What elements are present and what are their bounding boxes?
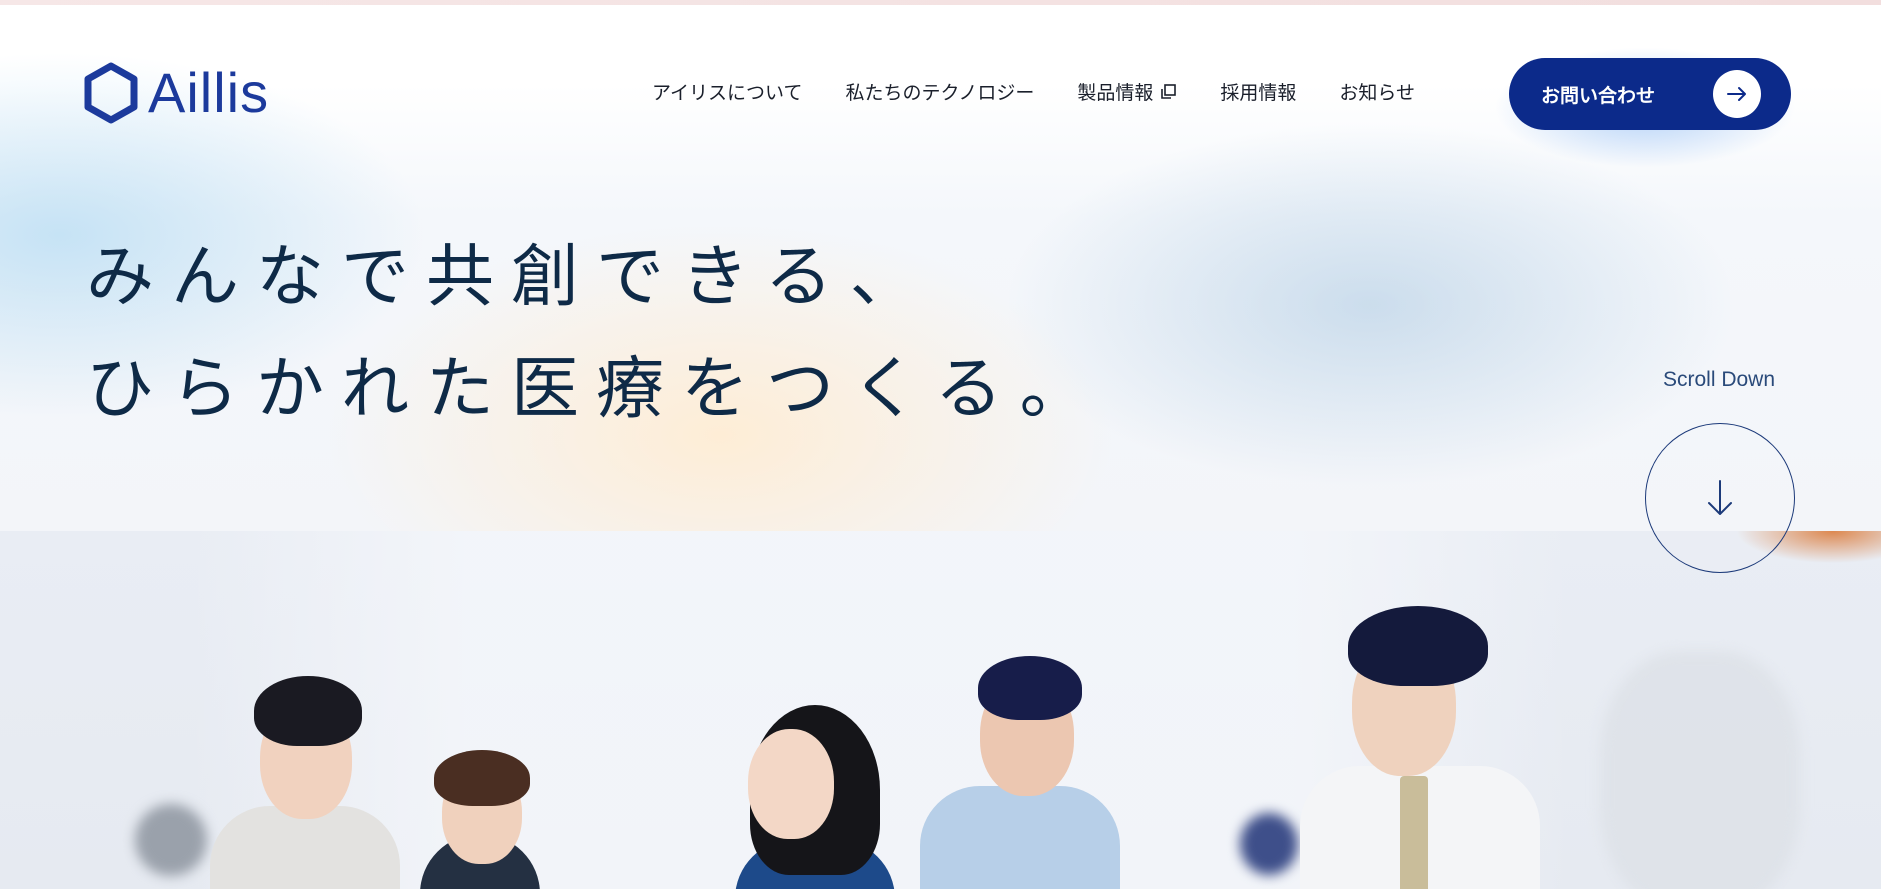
nav-item-label: 製品情報 (1077, 82, 1154, 104)
blurred-figure (1240, 813, 1298, 875)
arrow-right-icon (1713, 70, 1761, 118)
blurred-figure (135, 804, 207, 876)
arrow-down-icon (1708, 480, 1732, 515)
logo-text: Aillis (148, 61, 270, 124)
main-nav: アイリスについて 私たちのテクノロジー 製品情報 採用情報 お知らせ (652, 78, 1415, 105)
person-man-left (210, 656, 410, 889)
scroll-down-button[interactable] (1645, 423, 1795, 573)
hero-photo (0, 531, 1881, 889)
nav-item-label: 私たちのテクノロジー (845, 82, 1035, 104)
hexagon-icon (84, 62, 138, 124)
nav-item-label: 採用情報 (1220, 82, 1297, 104)
nav-item-news[interactable]: お知らせ (1339, 78, 1415, 105)
blurred-figure (1600, 651, 1800, 889)
hero-headline: みんなで共創できる、 ひらかれた医療をつくる。 (86, 222, 1105, 446)
person-woman-left (420, 746, 560, 889)
hero-headline-line2: ひらかれた医療をつくる。 (86, 350, 1105, 429)
scroll-down-label: Scroll Down (1662, 368, 1776, 391)
nav-item-products[interactable]: 製品情報 (1077, 78, 1177, 105)
nav-item-about[interactable]: アイリスについて (652, 78, 802, 105)
logo[interactable]: Aillis (84, 62, 269, 124)
hero-headline-line1: みんなで共創できる、 (86, 238, 935, 317)
contact-button[interactable]: お問い合わせ (1509, 58, 1791, 130)
person-woman-center (730, 699, 900, 889)
nav-item-label: お知らせ (1339, 82, 1416, 104)
contact-button-label: お問い合わせ (1541, 84, 1656, 107)
nav-item-label: アイリスについて (652, 82, 803, 104)
person-man-glasses (920, 646, 1130, 889)
nav-item-careers[interactable]: 採用情報 (1220, 78, 1296, 105)
external-link-icon (1161, 83, 1177, 99)
person-doctor-right (1300, 606, 1540, 889)
nav-item-technology[interactable]: 私たちのテクノロジー (845, 78, 1034, 105)
